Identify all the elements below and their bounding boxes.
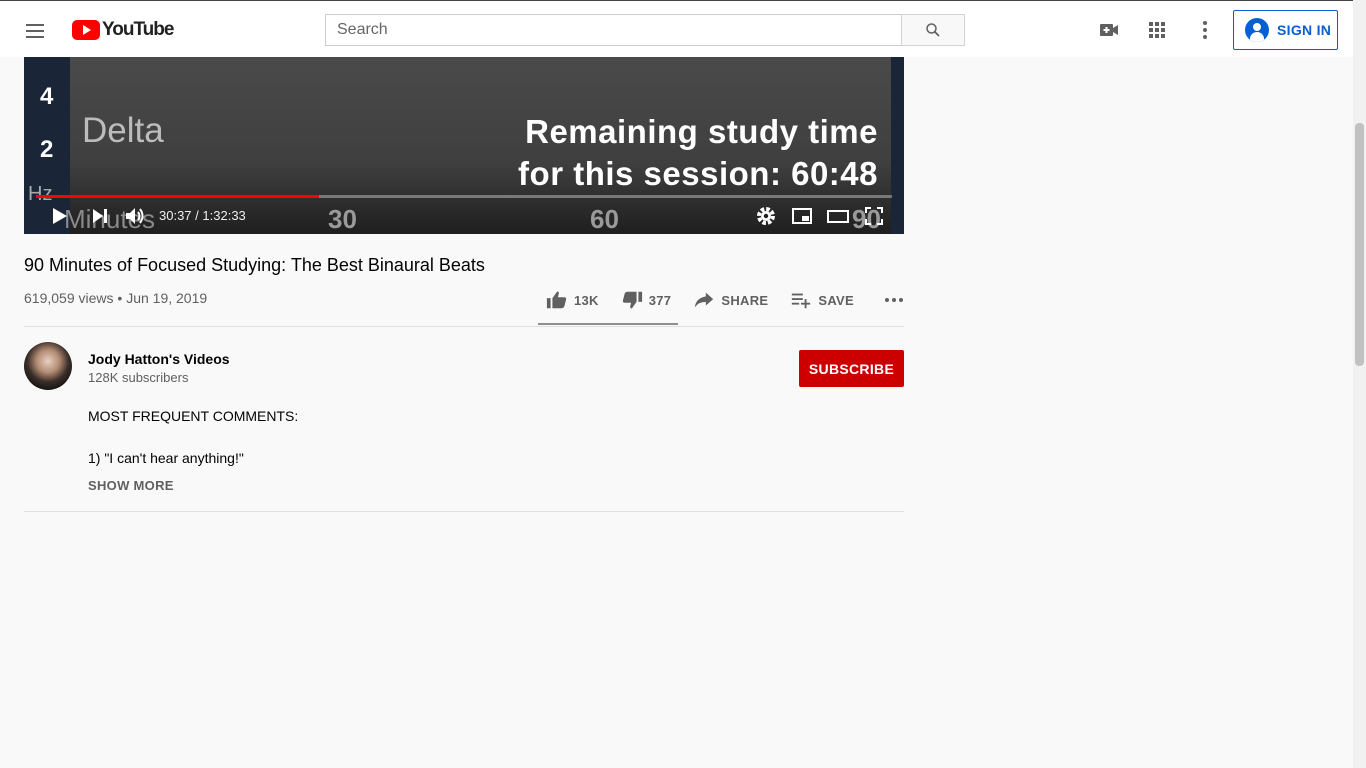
dislike-count: 377 <box>648 292 672 308</box>
thumbs-down-icon <box>622 291 642 309</box>
share-button[interactable]: SHARE <box>685 282 776 318</box>
video-title: 90 Minutes of Focused Studying: The Best… <box>24 255 485 275</box>
duration: 1:32:33 <box>202 208 246 223</box>
like-button[interactable]: 13K <box>538 282 607 318</box>
save-label: SAVE <box>818 292 854 308</box>
skip-next-icon <box>93 209 107 223</box>
current-time: 30:37 <box>159 208 192 223</box>
subscribe-button[interactable]: SUBSCRIBE <box>799 350 904 387</box>
meta-separator: • <box>117 290 127 306</box>
video-remaining-line2: for this session: 60:48 <box>518 155 878 192</box>
volume-icon <box>126 208 144 224</box>
video-actions: 13K 377 SHARE SAVE <box>538 282 914 318</box>
apps-grid-icon[interactable] <box>1145 18 1169 42</box>
channel-name[interactable]: Jody Hatton's Videos <box>88 351 230 367</box>
fullscreen-icon <box>865 207 883 225</box>
share-icon <box>695 292 714 308</box>
player-controls: 30:37 / 1:32:33 <box>24 198 904 234</box>
youtube-play-logo-icon <box>72 20 100 40</box>
search-button[interactable] <box>901 14 965 46</box>
video-band-label: Delta <box>82 111 164 150</box>
video-remaining-line1: Remaining study time <box>525 113 878 150</box>
scrollbar-thumb[interactable] <box>1355 123 1364 366</box>
share-label: SHARE <box>721 292 769 308</box>
youtube-logo[interactable]: YouTube <box>72 17 174 43</box>
theater-mode-icon <box>827 210 849 223</box>
video-axis-tick: 4 <box>40 83 54 110</box>
create-video-icon[interactable] <box>1097 18 1121 42</box>
dislike-button[interactable]: 377 <box>613 282 680 318</box>
divider <box>24 511 904 512</box>
miniplayer-button[interactable] <box>790 204 814 228</box>
thumbs-up-icon <box>546 291 567 309</box>
guide-menu-icon[interactable] <box>24 19 48 43</box>
sign-in-label: SIGN IN <box>1277 22 1332 38</box>
channel-avatar[interactable] <box>24 342 72 390</box>
miniplayer-icon <box>792 208 812 224</box>
subscriber-count: 128K subscribers <box>88 370 189 385</box>
gear-icon <box>757 207 775 225</box>
save-button[interactable]: SAVE <box>782 282 862 318</box>
video-remaining-text: Remaining study time for this session: 6… <box>518 111 878 195</box>
video-axis-tick: 2 <box>40 136 54 163</box>
description-line: 1) "I can't hear anything!" <box>88 450 244 466</box>
mute-button[interactable] <box>123 204 147 228</box>
search-input[interactable] <box>325 14 901 46</box>
sentiment-bar <box>538 323 678 325</box>
time-display: 30:37 / 1:32:33 <box>159 208 246 223</box>
search-icon <box>926 23 940 37</box>
settings-button[interactable] <box>754 204 778 228</box>
logo-text: YouTube <box>102 19 174 40</box>
search-box <box>325 14 965 46</box>
sign-in-button[interactable]: SIGN IN <box>1233 10 1338 50</box>
video-player[interactable]: 4 2 Hz Delta Remaining study time for th… <box>24 57 904 234</box>
like-count: 13K <box>574 292 599 308</box>
account-circle-icon <box>1245 18 1269 42</box>
upload-date: Jun 19, 2019 <box>126 290 208 306</box>
page-scrollbar[interactable] <box>1353 0 1366 768</box>
next-button[interactable] <box>88 204 112 228</box>
theater-mode-button[interactable] <box>826 204 850 228</box>
playlist-add-icon <box>792 293 811 309</box>
video-meta: 619,059 views • Jun 19, 2019 <box>24 290 207 306</box>
more-horizontal-icon <box>885 298 903 302</box>
play-button[interactable] <box>47 204 71 228</box>
divider <box>24 326 904 327</box>
fullscreen-button[interactable] <box>862 204 886 228</box>
view-count: 619,059 views <box>24 290 114 306</box>
show-more-button[interactable]: SHOW MORE <box>88 478 174 493</box>
masthead: YouTube SIGN IN <box>0 0 1353 57</box>
play-icon <box>53 208 67 224</box>
description-line: MOST FREQUENT COMMENTS: <box>88 408 299 424</box>
settings-more-icon[interactable] <box>1193 18 1217 42</box>
more-actions-button[interactable] <box>874 282 914 318</box>
